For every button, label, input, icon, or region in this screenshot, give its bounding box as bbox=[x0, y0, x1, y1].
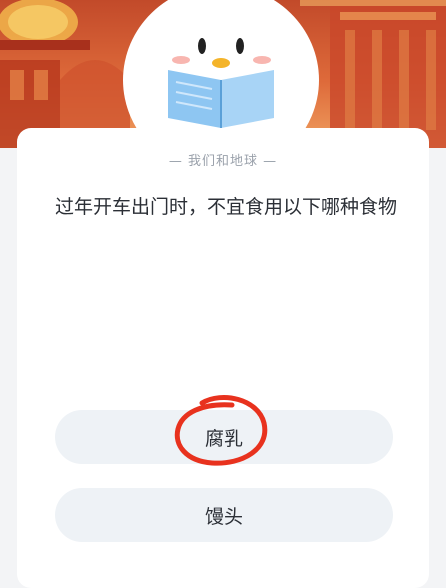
dash-right: — bbox=[258, 154, 278, 169]
question-text: 过年开车出门时，不宜食用以下哪种食物 bbox=[55, 196, 398, 218]
header-banner bbox=[0, 0, 446, 148]
option-label: 馒头 bbox=[204, 505, 243, 528]
penguin-mascot-icon bbox=[123, 0, 319, 148]
category-label: — 我们和地球 — bbox=[0, 150, 446, 169]
festive-background-illustration bbox=[0, 0, 446, 148]
dash-left: — bbox=[168, 154, 188, 169]
hand-drawn-circle-annotation bbox=[174, 394, 268, 466]
category-label-text: 我们和地球 bbox=[187, 154, 258, 169]
option-button-2[interactable]: 馒头 bbox=[55, 488, 393, 542]
